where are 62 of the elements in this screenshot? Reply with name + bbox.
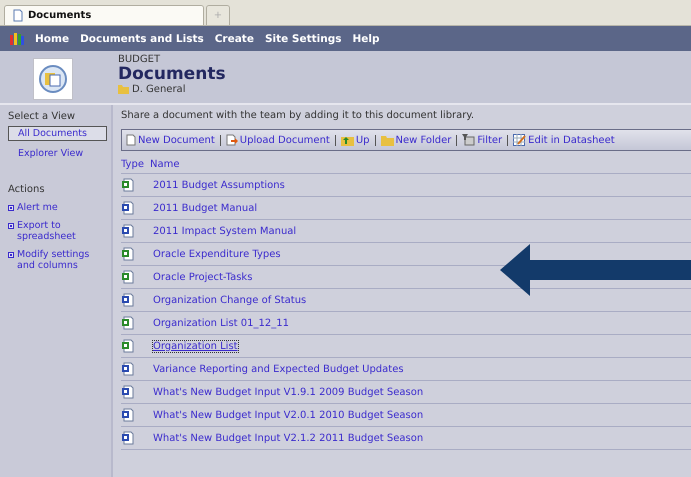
document-icon	[121, 408, 134, 422]
toolbar-button[interactable]: Filter	[462, 134, 502, 146]
document-link[interactable]: What's New Budget Input V2.0.1 2010 Budget Season	[153, 410, 424, 420]
spreadsheet-icon	[121, 270, 134, 284]
document-link[interactable]: What's New Budget Input V1.9.1 2009 Budget Season	[153, 386, 424, 398]
action-link[interactable]: Alert me	[8, 202, 111, 213]
document-link[interactable]: Oracle Expenditure Types	[153, 248, 281, 260]
bullet-icon	[8, 252, 14, 258]
document-icon	[121, 293, 134, 307]
filter-icon	[462, 134, 476, 146]
document-link[interactable]: 2011 Budget Assumptions	[153, 180, 285, 190]
document-link[interactable]: What's New Budget Input V2.1.2 2011 Budget Season	[153, 432, 424, 444]
view-link[interactable]: Explorer View	[8, 146, 107, 161]
document-icon	[121, 224, 134, 238]
up-folder-icon	[340, 134, 354, 146]
nav-link[interactable]: Help	[352, 32, 380, 44]
spreadsheet-icon	[121, 247, 134, 261]
toolbar-button[interactable]: Edit in Datasheet	[513, 134, 615, 146]
nav-link[interactable]: Site Settings	[264, 32, 342, 44]
document-link[interactable]: Organization List	[153, 340, 238, 352]
action-link[interactable]: Export to spreadsheet	[8, 220, 111, 242]
document-link[interactable]: Organization Change of Status	[153, 294, 306, 306]
spreadsheet-icon	[121, 178, 134, 192]
document-icon	[121, 385, 134, 399]
document-icon	[121, 362, 134, 376]
toolbar-button[interactable]: Upload Document	[226, 134, 330, 146]
page-icon	[13, 9, 23, 22]
toolbar-button[interactable]: New Document	[126, 134, 215, 146]
nav-link[interactable]: Create	[214, 32, 254, 44]
bullet-icon	[8, 205, 14, 211]
document-link[interactable]: Oracle Project-Tasks	[153, 272, 252, 282]
page-title: Documents	[118, 65, 226, 84]
nav-link[interactable]: Home	[35, 32, 70, 44]
document-link[interactable]: 2011 Budget Manual	[153, 202, 258, 214]
spreadsheet-icon	[121, 339, 134, 353]
bullet-icon	[8, 223, 14, 229]
section-title: Actions	[8, 184, 46, 195]
color-bars-icon	[10, 32, 24, 45]
folder-icon	[118, 85, 129, 94]
document-icon	[121, 201, 134, 215]
upload-icon	[226, 134, 238, 146]
datasheet-icon	[513, 134, 526, 146]
spreadsheet-icon	[121, 316, 134, 330]
site-name: BUDGET	[118, 54, 162, 65]
column-header[interactable]: Type	[121, 159, 144, 171]
column-header[interactable]: Name	[150, 159, 180, 171]
library-description: Share a document with the team by adding it to this document library.	[121, 110, 476, 121]
toolbar-button[interactable]: New Folder	[380, 134, 452, 146]
view-link[interactable]: All Documents	[8, 126, 107, 141]
action-link[interactable]: Modify settings and columns	[8, 249, 111, 271]
browser-tab[interactable]: Documents	[4, 5, 204, 25]
document-link[interactable]: Variance Reporting and Expected Budget Updates	[153, 364, 404, 374]
document-icon	[121, 431, 134, 445]
nav-link[interactable]: Documents and Lists	[80, 32, 204, 44]
document-link[interactable]: 2011 Impact System Manual	[153, 226, 296, 236]
library-logo	[33, 58, 73, 100]
toolbar-button[interactable]: Up	[340, 134, 370, 146]
page-icon	[126, 134, 136, 146]
document-link[interactable]: Organization List 01_12_11	[153, 318, 289, 328]
section-title: Select a View	[8, 111, 76, 122]
folder-name: D. General	[132, 84, 186, 95]
folder-icon	[380, 134, 394, 146]
